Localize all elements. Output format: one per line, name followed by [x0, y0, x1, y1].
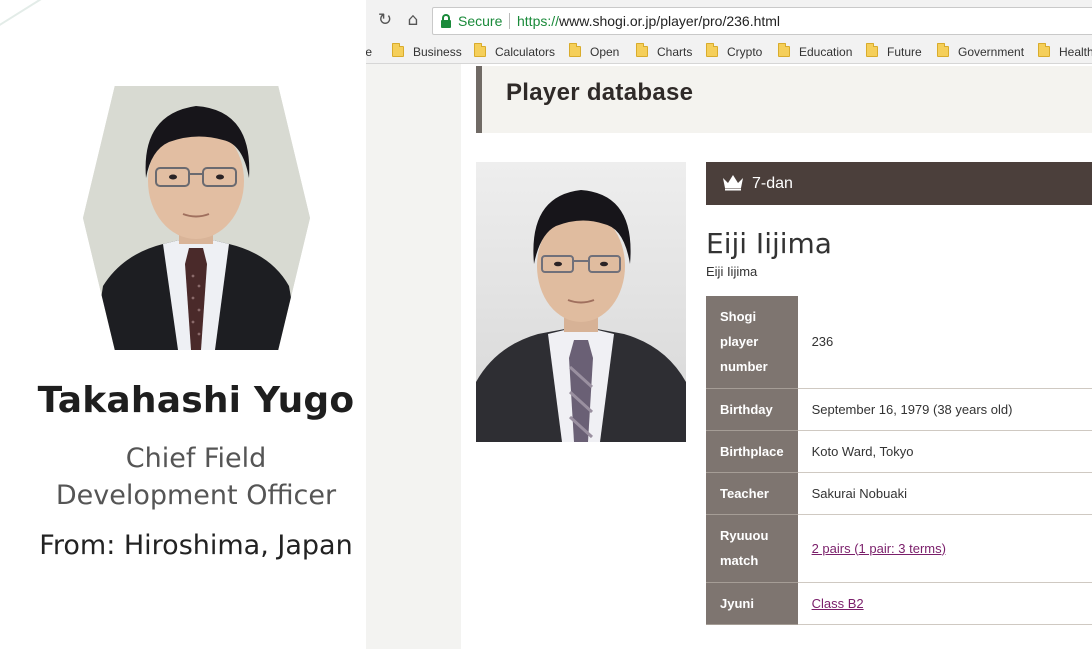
row-label: Jyuni	[706, 582, 798, 625]
home-icon[interactable]: ⌂	[402, 9, 424, 31]
table-row: Birthday September 16, 1979 (38 years ol…	[706, 388, 1092, 431]
bookmark-government[interactable]: Government	[937, 43, 1024, 61]
table-row: Ryuuou match 2 pairs (1 pair: 3 terms)	[706, 514, 1092, 583]
bookmark-label: Charts	[657, 45, 693, 59]
bookmark-calculators[interactable]: Calculators	[474, 43, 555, 61]
folder-icon	[474, 43, 486, 57]
reload-icon[interactable]: ↻	[374, 9, 396, 31]
row-label: Shogi player number	[706, 296, 798, 389]
decorative-line	[0, 0, 84, 32]
folder-icon	[866, 43, 878, 57]
row-label-text: Shogi player number	[720, 309, 768, 375]
lock-icon	[441, 14, 451, 28]
player-photo	[476, 162, 686, 442]
profile-role-line2: Development Officer	[55, 480, 337, 511]
folder-icon	[778, 43, 790, 57]
url-text[interactable]: https://www.shogi.or.jp/player/pro/236.h…	[517, 13, 780, 29]
row-label: Birthday	[706, 388, 798, 431]
table-row: Shogi player number 236	[706, 296, 1092, 389]
bookmark-health[interactable]: Health	[1038, 43, 1092, 61]
web-page: Player database 7-dan Eiji Iijima Eiji I…	[366, 64, 1092, 649]
browser-window: ↻ ⌂ Secure https://www.shogi.or.jp/playe…	[366, 0, 1092, 649]
folder-icon	[392, 43, 404, 57]
bookmark-label: ile	[366, 45, 373, 59]
crown-icon	[723, 175, 743, 191]
bookmarks-bar: ile Business Calculators Open Charts Cry…	[366, 40, 1092, 64]
bookmark-label: Open	[590, 45, 620, 59]
folder-icon	[636, 43, 648, 57]
section-header: Player database	[476, 66, 1092, 133]
player-name: Eiji Iijima	[706, 227, 832, 260]
folder-icon	[706, 43, 718, 57]
player-info-table: Shogi player number 236 Birthday Septemb…	[706, 296, 1092, 625]
row-value: September 16, 1979 (38 years old)	[797, 388, 1092, 431]
player-name-romanized: Eiji Iijima	[706, 264, 758, 279]
profile-name: Takahashi Yugo	[37, 380, 355, 421]
rank-bar: 7-dan	[706, 162, 1092, 205]
bookmark-education[interactable]: Education	[778, 43, 852, 61]
bookmark-label: Crypto	[727, 45, 763, 59]
portrait-illustration	[83, 86, 310, 350]
bookmark-label: Education	[799, 45, 853, 59]
bookmark-file[interactable]: ile	[366, 43, 372, 61]
profile-role-line1: Chief Field	[125, 443, 267, 474]
table-row: Birthplace Koto Ward, Tokyo	[706, 430, 1092, 473]
profile-photo	[83, 86, 310, 350]
player-portrait-illustration	[476, 162, 686, 442]
browser-toolbar: ↻ ⌂ Secure https://www.shogi.or.jp/playe…	[366, 0, 1092, 40]
bookmark-label: Calculators	[495, 45, 556, 59]
row-label: Birthplace	[706, 430, 798, 473]
table-row: Jyuni Class B2	[706, 582, 1092, 625]
bookmark-charts[interactable]: Charts	[636, 43, 692, 61]
row-value: 236	[797, 296, 1092, 389]
row-value: Class B2	[797, 582, 1092, 625]
row-label: Ryuuou match	[706, 514, 798, 583]
bookmark-business[interactable]: Business	[392, 43, 462, 61]
bookmark-label: Health	[1059, 45, 1092, 59]
rank-label: 7-dan	[752, 175, 793, 192]
bookmark-label: Business	[413, 45, 462, 59]
profile-card: Takahashi Yugo Chief Field Development O…	[0, 0, 366, 649]
folder-icon	[569, 43, 581, 57]
row-value: 2 pairs (1 pair: 3 terms)	[797, 514, 1092, 583]
row-label-text: Ryuuou match	[720, 528, 769, 568]
secure-label: Secure	[458, 13, 503, 29]
section-title: Player database	[506, 79, 694, 106]
profile-role: Chief Field Development Officer	[0, 440, 366, 514]
bookmark-future[interactable]: Future	[866, 43, 922, 61]
address-separator	[509, 13, 510, 29]
row-value: Koto Ward, Tokyo	[797, 430, 1092, 473]
table-row: Teacher Sakurai Nobuaki	[706, 472, 1092, 515]
folder-icon	[937, 43, 949, 57]
row-value: Sakurai Nobuaki	[797, 472, 1092, 515]
url-path: www.shogi.or.jp/player/pro/236.html	[559, 13, 781, 29]
profile-hometown: From: Hiroshima, Japan	[39, 530, 353, 561]
bookmark-label: Government	[958, 45, 1025, 59]
jyuni-class-link[interactable]: Class B2	[812, 596, 864, 611]
folder-icon	[1038, 43, 1050, 57]
url-scheme: https://	[517, 13, 560, 29]
row-label: Teacher	[706, 472, 798, 515]
bookmark-label: Future	[887, 45, 922, 59]
ryuuou-match-link[interactable]: 2 pairs (1 pair: 3 terms)	[812, 541, 946, 556]
address-bar[interactable]: Secure https://www.shogi.or.jp/player/pr…	[432, 7, 1092, 35]
bookmark-open[interactable]: Open	[569, 43, 619, 61]
bookmark-crypto[interactable]: Crypto	[706, 43, 762, 61]
